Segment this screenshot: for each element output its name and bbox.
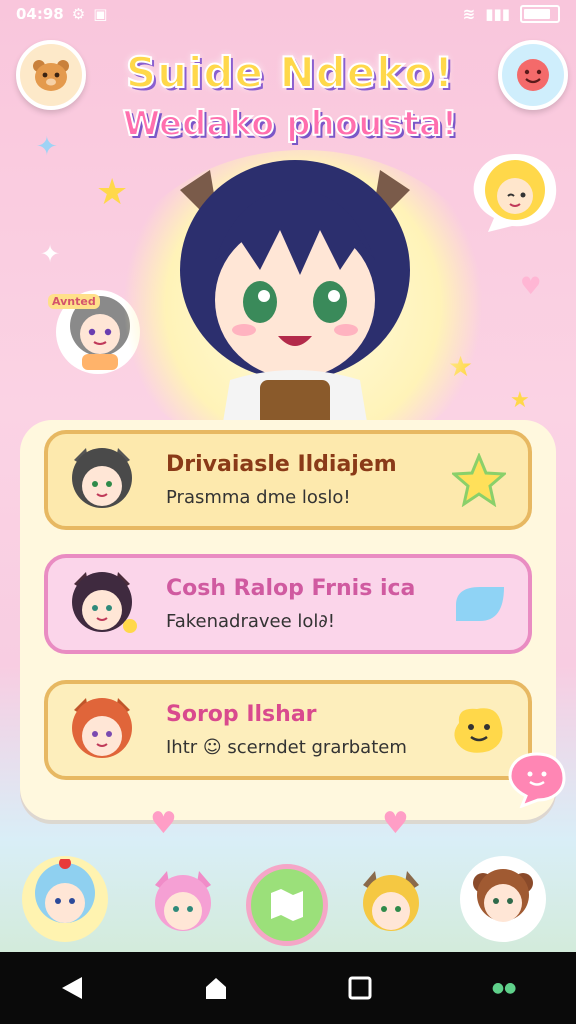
navigation-bar: ●● (0, 952, 576, 1024)
blob-face-icon (448, 699, 510, 761)
card-subtitle: Fakenadravee lol∂! (166, 611, 335, 632)
back-icon[interactable] (60, 975, 84, 1001)
wifi-icon: ≋ (462, 5, 476, 23)
bottom-character-3[interactable] (348, 864, 434, 950)
bear-icon (33, 60, 69, 91)
heart-icon: ♥ (150, 806, 177, 841)
clock: 04:98 (16, 5, 64, 23)
settings-icon: ⚙ (71, 5, 86, 23)
heart-icon: ♥ (382, 806, 409, 841)
avatar (72, 572, 137, 633)
avatar (72, 448, 132, 508)
chibi-tag: Avnted (48, 294, 100, 309)
card-title: Sorop Ilshar (166, 702, 317, 727)
bubble-icon (448, 573, 510, 635)
app-subtitle: Wedako phousta! (122, 103, 459, 145)
map-icon (271, 889, 303, 921)
menu-card-3[interactable]: Sorop Ilshar Ihtr ☺ scerndet grarbatem (44, 680, 532, 780)
card-title: Cosh Ralop Frnis ica (166, 576, 416, 601)
smiley-icon (517, 59, 549, 91)
star-icon: ★ (510, 388, 530, 413)
card-subtitle: Prasmma dme loslo! (166, 487, 351, 508)
home-icon[interactable] (203, 975, 229, 1001)
play-button[interactable] (246, 864, 328, 946)
sparkle-icon: ✦ (40, 240, 61, 268)
recents-icon[interactable] (348, 976, 372, 1000)
bottom-character-1[interactable] (22, 856, 108, 942)
status-bar: 04:98 ⚙ ▣ ≋ ▮▮▮ (0, 0, 576, 28)
card-subtitle: Ihtr ☺ scerndet grarbatem (166, 737, 407, 758)
menu-card-1[interactable]: Drivaiasle Ildiajem Prasmma dme loslo! (44, 430, 532, 530)
battery-icon (520, 5, 560, 23)
avatar (72, 698, 132, 758)
heart-icon: ♥ (520, 272, 542, 300)
notification-icon: ▣ (93, 5, 108, 23)
hero-character (160, 150, 430, 440)
assistant-icon[interactable]: ●● (492, 980, 516, 996)
chibi-bubble-avatar[interactable] (470, 150, 560, 234)
menu-button[interactable] (498, 40, 568, 110)
signal-icon: ▮▮▮ (485, 5, 510, 23)
app-title: Suide Ndeko! (125, 47, 455, 98)
menu-card-2[interactable]: Cosh Ralop Frnis ica Fakenadravee lol∂! (44, 554, 532, 654)
bottom-character-4[interactable] (460, 856, 546, 942)
star-icon (448, 449, 510, 511)
star-icon: ★ (96, 172, 129, 213)
chat-bubble-button[interactable] (506, 750, 568, 809)
profile-button[interactable] (16, 40, 86, 110)
bottom-character-2[interactable] (140, 864, 226, 950)
sparkle-icon: ✦ (36, 132, 58, 162)
card-title: Drivaiasle Ildiajem (166, 452, 397, 477)
